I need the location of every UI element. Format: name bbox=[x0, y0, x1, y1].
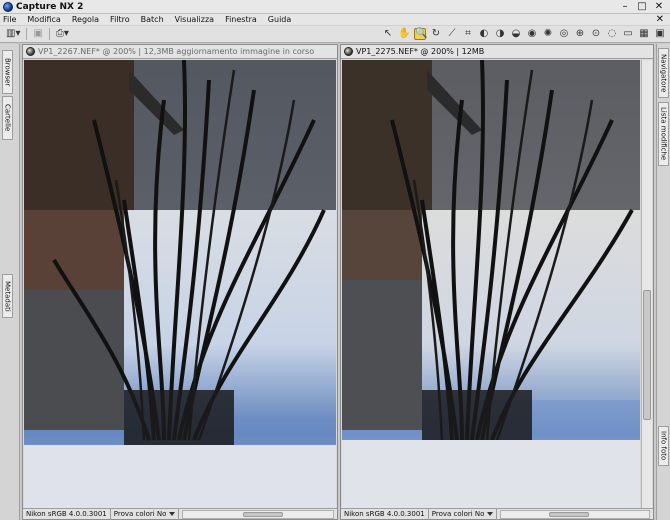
view-icon[interactable]: ◎ bbox=[558, 28, 570, 40]
selection-brush-icon[interactable]: ⊙ bbox=[590, 28, 602, 40]
menu-filtro[interactable]: Filtro bbox=[110, 15, 130, 24]
hand-icon[interactable]: ✋ bbox=[398, 28, 410, 40]
menu-guida[interactable]: Guida bbox=[268, 15, 291, 24]
app-logo-icon bbox=[3, 1, 13, 12]
document-icon bbox=[344, 47, 353, 56]
image-window-left[interactable]: VP1_2267.NEF* @ 200% | 12,3MB aggiorname… bbox=[22, 44, 338, 520]
menu-visualizza[interactable]: Visualizza bbox=[175, 15, 214, 24]
color-profile: Nikon sRGB 4.0.0.3001 bbox=[341, 508, 429, 520]
menu-batch[interactable]: Batch bbox=[141, 15, 164, 24]
image-window-title-bar[interactable]: VP1_2275.NEF* @ 200% | 12MB bbox=[341, 45, 653, 59]
direct-select-icon[interactable]: ↖ bbox=[382, 28, 394, 40]
marquee-icon[interactable]: ▭ bbox=[622, 28, 634, 40]
soft-proof-dropdown[interactable]: Prova colori No bbox=[429, 508, 498, 520]
color-control-point-icon[interactable]: ⊕ bbox=[574, 28, 586, 40]
vertical-scrollbar[interactable] bbox=[641, 60, 652, 509]
image-window-right[interactable]: VP1_2275.NEF* @ 200% | 12MB Nikon sRGB 4… bbox=[340, 44, 654, 520]
close-button[interactable]: ✕ bbox=[654, 1, 664, 13]
toolbar-divider bbox=[48, 28, 50, 40]
tab-browser[interactable]: Browser bbox=[2, 50, 13, 94]
tab-cartelle[interactable]: Cartelle bbox=[2, 96, 13, 140]
toolbar: ▥▾ ▣ ⎙▾ ↖ ✋ 🔍 ↻ ⟋ ⌗ ◐ ◑ ◒ ◉ ✺ ◎ ⊕ ⊙ ◌ ▭ ▦ ▣ bbox=[0, 26, 670, 43]
menu-modifica[interactable]: Modifica bbox=[27, 15, 60, 24]
window-controls: – □ ✕ bbox=[620, 1, 670, 13]
tab-navigatore-label: Navigatore bbox=[659, 53, 668, 93]
tab-metadati[interactable]: Metadati bbox=[2, 274, 13, 318]
scrollbar-thumb[interactable] bbox=[643, 290, 651, 420]
minimize-button[interactable]: – bbox=[620, 1, 630, 13]
tab-navigatore[interactable]: Navigatore bbox=[658, 48, 669, 98]
left-dock: Browser Cartelle Metadati bbox=[0, 44, 20, 520]
photo-canvas[interactable] bbox=[342, 60, 640, 509]
auto-retouch-icon[interactable]: ✺ bbox=[542, 28, 554, 40]
fill-icon[interactable]: ▣ bbox=[654, 28, 666, 40]
maximize-button[interactable]: □ bbox=[637, 1, 647, 13]
menu-finestra[interactable]: Finestra bbox=[225, 15, 257, 24]
title-bar: Capture NX 2 – □ ✕ bbox=[0, 0, 670, 14]
zoom-icon[interactable]: 🔍 bbox=[414, 28, 427, 40]
tab-info-foto-label: Info foto bbox=[659, 431, 668, 461]
menu-regola[interactable]: Regola bbox=[72, 15, 99, 24]
photo-canvas[interactable] bbox=[24, 60, 336, 509]
chevron-down-icon bbox=[487, 511, 494, 516]
layout-icon[interactable]: ▥▾ bbox=[6, 28, 20, 40]
image-window-title-bar[interactable]: VP1_2267.NEF* @ 200% | 12,3MB aggiorname… bbox=[23, 45, 337, 59]
soft-proof-label: Prova colori No bbox=[113, 509, 167, 518]
right-dock: Navigatore Lista modifiche Info foto bbox=[656, 44, 670, 520]
image-window-title: VP1_2267.NEF* @ 200% | 12,3MB aggiorname… bbox=[38, 47, 315, 56]
menu-file[interactable]: File bbox=[3, 15, 16, 24]
horizontal-scrollbar[interactable] bbox=[182, 509, 334, 519]
browser-icon[interactable]: ▣ bbox=[33, 28, 42, 40]
print-icon[interactable]: ⎙▾ bbox=[56, 28, 69, 40]
photo-trees-snow bbox=[342, 60, 640, 509]
close-document-icon[interactable]: ✕ bbox=[656, 14, 664, 25]
soft-proof-label: Prova colori No bbox=[431, 509, 485, 518]
scrollbar-thumb[interactable] bbox=[549, 511, 590, 517]
image-window-title: VP1_2275.NEF* @ 200% | 12MB bbox=[356, 47, 485, 56]
tab-lista-modifiche[interactable]: Lista modifiche bbox=[658, 102, 669, 166]
crop-icon[interactable]: ⌗ bbox=[462, 28, 474, 40]
rotate-icon[interactable]: ↻ bbox=[430, 28, 442, 40]
toolbar-divider bbox=[26, 28, 28, 40]
tool-palette: ↖ ✋ 🔍 ↻ ⟋ ⌗ ◐ ◑ ◒ ◉ ✺ ◎ ⊕ ⊙ ◌ ▭ ▦ ▣ bbox=[382, 28, 670, 40]
soft-proof-dropdown[interactable]: Prova colori No bbox=[111, 508, 180, 520]
white-point-icon[interactable]: ◒ bbox=[510, 28, 522, 40]
tab-lista-modifiche-label: Lista modifiche bbox=[659, 107, 668, 161]
tab-info-foto[interactable]: Info foto bbox=[658, 426, 669, 466]
neutral-point-icon[interactable]: ◑ bbox=[494, 28, 506, 40]
tab-cartelle-label: Cartelle bbox=[3, 104, 12, 132]
tab-browser-label: Browser bbox=[3, 57, 12, 87]
color-profile: Nikon sRGB 4.0.0.3001 bbox=[23, 508, 111, 520]
lasso-icon[interactable]: ◌ bbox=[606, 28, 618, 40]
scrollbar-thumb[interactable] bbox=[243, 511, 284, 517]
status-bar: Nikon sRGB 4.0.0.3001 Prova colori No bbox=[23, 508, 337, 520]
horizontal-scrollbar[interactable] bbox=[500, 509, 650, 519]
photo-trees-snow bbox=[24, 60, 336, 509]
chevron-down-icon bbox=[169, 511, 176, 516]
menu-bar: File Modifica Regola Filtro Batch Visual… bbox=[0, 14, 670, 26]
gradient-icon[interactable]: ▦ bbox=[638, 28, 650, 40]
app-title: Capture NX 2 bbox=[16, 1, 84, 12]
tab-metadati-label: Metadati bbox=[3, 280, 12, 312]
black-point-icon[interactable]: ◐ bbox=[478, 28, 490, 40]
red-eye-icon[interactable]: ◉ bbox=[526, 28, 538, 40]
document-icon bbox=[26, 47, 35, 56]
straighten-icon[interactable]: ⟋ bbox=[446, 28, 458, 40]
status-bar: Nikon sRGB 4.0.0.3001 Prova colori No bbox=[341, 508, 653, 520]
